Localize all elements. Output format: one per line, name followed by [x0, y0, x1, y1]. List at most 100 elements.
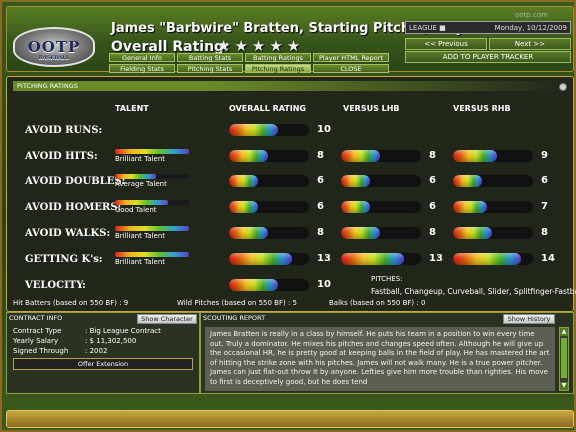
rating-value-overall: 8 — [317, 227, 324, 238]
rating-bar-fill — [341, 150, 381, 162]
scroll-thumb[interactable] — [561, 338, 567, 378]
rating-bar-overall — [229, 150, 309, 162]
rating-value-lhb: 6 — [429, 175, 436, 186]
star-icon: ★ — [269, 37, 283, 55]
rating-label: VELOCITY: — [25, 280, 86, 291]
tab-fielding-stats[interactable]: Fielding Stats — [109, 64, 175, 73]
star-icon: ★ — [286, 37, 301, 55]
league-label: LEAGUE ■ — [409, 23, 446, 32]
rating-value-lhb: 6 — [429, 201, 436, 212]
talent-text: Brilliant Talent — [115, 258, 165, 266]
game-date: Monday, 10/12/2009 — [494, 23, 567, 32]
signed-through-label: Signed Through — [13, 347, 69, 355]
tab-pitching-ratings[interactable]: Pitching Ratings — [245, 64, 311, 73]
rating-bar-fill — [229, 150, 269, 162]
logo-text: OOTP — [27, 38, 81, 56]
show-history-button[interactable]: Show History — [503, 314, 555, 324]
rating-bar-rhb — [453, 227, 533, 239]
rating-value-overall: 10 — [317, 124, 331, 135]
column-overall: OVERALL RATING — [229, 104, 306, 113]
talent-indicator: Good Talent — [115, 200, 195, 220]
rating-label: AVOID HOMERS: — [25, 202, 122, 213]
talent-bar — [115, 200, 189, 205]
rating-bar-overall — [229, 279, 309, 291]
contract-title: CONTRACT INFO — [9, 314, 63, 322]
wild-pitches: Wild Pitches (based on 550 BF) : 5 — [177, 299, 297, 307]
rating-label: AVOID DOUBLES: — [25, 176, 126, 187]
contract-type-value: : Big League Contract — [85, 327, 161, 335]
rating-label: AVOID RUNS: — [25, 125, 103, 136]
rating-bar-fill — [341, 253, 405, 265]
rating-bar-fill — [341, 201, 371, 213]
overall-stars: ★ ★ ★ ★ ★ — [217, 38, 300, 54]
rating-bar-rhb — [453, 253, 533, 265]
ootp-logo: OOTP BASEBALL — [13, 27, 95, 67]
hit-batters: Hit Batters (based on 550 BF) : 9 — [13, 299, 129, 307]
rating-bar-fill — [229, 175, 259, 187]
previous-button[interactable]: << Previous — [405, 38, 487, 50]
player-menu: General Info Batting Stats Batting Ratin… — [109, 53, 389, 73]
rating-label: GETTING K's: — [25, 254, 103, 265]
show-character-button[interactable]: Show Character — [137, 314, 197, 324]
rating-bar-overall — [229, 201, 309, 213]
rating-bar-overall — [229, 227, 309, 239]
salary-value: : $ 11,302,500 — [85, 337, 137, 345]
talent-indicator: Brilliant Talent — [115, 149, 195, 169]
tab-pitching-stats[interactable]: Pitching Stats — [177, 64, 243, 73]
league-selector[interactable]: LEAGUE ■ Monday, 10/12/2009 — [405, 21, 571, 34]
column-lhb: VERSUS LHB — [343, 104, 400, 113]
tab-general-info[interactable]: General Info — [109, 53, 175, 62]
rating-bar-fill — [453, 227, 493, 239]
add-to-tracker-button[interactable]: ADD TO PLAYER TRACKER — [405, 51, 571, 63]
column-rhb: VERSUS RHB — [453, 104, 511, 113]
rating-value-rhb: 7 — [541, 201, 548, 212]
talent-text: Brilliant Talent — [115, 232, 165, 240]
star-icon: ★ — [217, 37, 231, 55]
tab-batting-stats[interactable]: Batting Stats — [177, 53, 243, 62]
scroll-up-icon[interactable]: ▲ — [560, 328, 568, 336]
rating-bar-rhb — [453, 150, 533, 162]
talent-bar — [115, 149, 189, 154]
talent-bar — [115, 226, 189, 231]
rating-bar-fill — [341, 175, 371, 187]
scroll-down-icon[interactable]: ▼ — [560, 382, 568, 390]
talent-text: Brilliant Talent — [115, 155, 165, 163]
rating-value-rhb: 9 — [541, 150, 548, 161]
rating-bar-rhb — [453, 201, 533, 213]
rating-bar-fill — [341, 227, 381, 239]
contract-info-panel: CONTRACT INFO Show Character Contract Ty… — [6, 312, 200, 394]
rating-value-rhb: 14 — [541, 253, 555, 264]
talent-bar — [115, 174, 189, 179]
talent-bar — [115, 252, 189, 257]
pitching-ratings-panel: PITCHING RATINGS TALENT OVERALL RATING V… — [6, 76, 576, 312]
rating-bar-overall — [229, 175, 309, 187]
offer-extension-button[interactable]: Offer Extension — [13, 358, 193, 370]
pitches-label: PITCHES: — [371, 275, 403, 283]
logo-subtext: BASEBALL — [38, 55, 70, 61]
tab-batting-ratings[interactable]: Batting Ratings — [245, 53, 311, 62]
rating-value-lhb: 13 — [429, 253, 443, 264]
salary-label: Yearly Salary — [13, 337, 59, 345]
next-button[interactable]: Next >> — [489, 38, 571, 50]
rating-bar-rhb — [453, 175, 533, 187]
tab-html-report[interactable]: Player HTML Report — [313, 53, 389, 62]
pitches-list: Fastball, Changeup, Curveball, Slider, S… — [371, 287, 576, 296]
scouting-title: SCOUTING REPORT — [203, 314, 266, 322]
rating-label: AVOID WALKS: — [25, 228, 111, 239]
contract-type-label: Contract Type — [13, 327, 62, 335]
talent-indicator: Average Talent — [115, 174, 195, 194]
rating-bar-overall — [229, 253, 309, 265]
rating-bar-fill — [229, 201, 259, 213]
close-button[interactable]: CLOSE — [313, 64, 389, 73]
rating-label: AVOID HITS: — [25, 151, 98, 162]
rating-value-overall: 10 — [317, 279, 331, 290]
rating-bar-overall — [229, 124, 309, 136]
talent-fill — [115, 174, 156, 179]
star-icon: ★ — [234, 37, 248, 55]
rating-bar-fill — [229, 279, 278, 291]
rating-bar-lhb — [341, 227, 421, 239]
rating-bar-fill — [229, 253, 293, 265]
rating-value-lhb: 8 — [429, 150, 436, 161]
balks: Balks (based on 550 BF) : 0 — [329, 299, 426, 307]
scouting-scrollbar[interactable]: ▲ ▼ — [559, 327, 569, 391]
